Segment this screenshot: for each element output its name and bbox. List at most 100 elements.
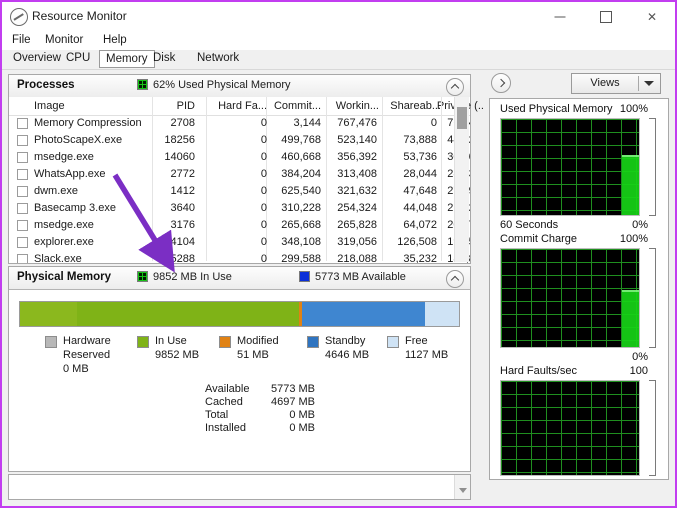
memory-segment-in-use — [77, 302, 299, 326]
row-checkbox[interactable] — [17, 254, 28, 263]
process-hard-faults: 0 — [213, 202, 267, 214]
maximize-button[interactable] — [583, 2, 629, 32]
legend-value: 9852 MB — [155, 349, 199, 361]
menu-monitor[interactable]: Monitor — [41, 33, 87, 47]
mini-graph-icon — [137, 271, 148, 282]
table-row[interactable]: PhotoScapeX.exe182560499,768523,14073,88… — [9, 132, 470, 149]
process-working: 218,088 — [327, 253, 377, 263]
legend-value: 1127 MB — [405, 349, 448, 361]
process-pid: 18256 — [157, 134, 195, 146]
menu-file[interactable]: File — [8, 33, 35, 47]
scroll-down-icon[interactable] — [459, 488, 467, 493]
physical-memory-header: Physical Memory 9852 MB In Use 5773 MB A… — [9, 267, 470, 290]
table-row[interactable]: Slack.exe152880299,588218,08835,232182,8… — [9, 251, 470, 263]
legend-label: In Use — [155, 335, 187, 347]
graph-2: Commit Charge100%0% — [490, 233, 668, 363]
close-button[interactable]: ✕ — [629, 2, 675, 32]
row-checkbox[interactable] — [17, 135, 28, 146]
process-commit: 348,108 — [267, 236, 321, 248]
graph-plot-area — [500, 248, 640, 348]
processes-section: Processes 62% Used Physical Memory Image… — [8, 74, 471, 264]
legend-value: 51 MB — [237, 349, 269, 361]
process-working: 319,056 — [327, 236, 377, 248]
physical-memory-collapse-button[interactable] — [446, 270, 464, 288]
processes-title: Processes — [17, 79, 75, 91]
process-pid: 2772 — [157, 168, 195, 180]
chevron-down-icon[interactable] — [644, 81, 654, 86]
row-checkbox[interactable] — [17, 152, 28, 163]
column-header-hard-faults[interactable]: Hard Fa... — [213, 100, 267, 112]
table-row[interactable]: Basecamp 3.exe36400310,228254,32444,0482… — [9, 200, 470, 217]
graph-title: Used Physical Memory — [500, 103, 612, 115]
title-bar: Resource Monitor ✕ — [2, 2, 675, 32]
legend-label-line2: Reserved — [63, 349, 110, 361]
tab-disk[interactable]: Disk — [148, 51, 180, 65]
available-swatch-icon — [299, 271, 310, 282]
graph-min-label: 0% — [632, 219, 648, 231]
legend-label: Free — [405, 335, 428, 347]
process-commit: 625,540 — [267, 185, 321, 197]
column-header-working[interactable]: Workin... — [331, 100, 379, 112]
table-row[interactable]: dwm.exe14120625,540321,63247,648273,984 — [9, 183, 470, 200]
processes-table-header: Image PID Hard Fa... Commit... Workin...… — [9, 97, 470, 116]
table-row[interactable]: Memory Compression270803,144767,4760767,… — [9, 115, 470, 132]
right-pane-toolbar: Views — [485, 70, 673, 96]
graph-trace — [622, 290, 639, 347]
graph-max-label: 100 — [630, 365, 648, 377]
table-row[interactable]: explorer.exe41040348,108319,056126,50819… — [9, 234, 470, 251]
table-row[interactable]: msedge.exe140600460,668356,39253,736302,… — [9, 149, 470, 166]
minimize-button[interactable] — [537, 2, 583, 32]
legend-value: 4646 MB — [325, 349, 369, 361]
process-working: 321,632 — [327, 185, 377, 197]
legend-swatch — [219, 336, 231, 348]
memory-usage-bar — [19, 301, 460, 327]
right-pane: Views Used Physical Memory100%0%60 Secon… — [485, 70, 673, 504]
physical-memory-title: Physical Memory — [17, 271, 111, 283]
process-pid: 1412 — [157, 185, 195, 197]
process-image-name: dwm.exe — [34, 185, 78, 197]
processes-scrollbar-thumb[interactable] — [457, 107, 467, 129]
process-working: 254,324 — [327, 202, 377, 214]
process-image-name: msedge.exe — [34, 151, 94, 163]
stat-key: Available — [205, 383, 249, 395]
tab-cpu[interactable]: CPU — [61, 51, 95, 65]
process-image-name: explorer.exe — [34, 236, 94, 248]
window-title: Resource Monitor — [32, 9, 127, 23]
process-commit: 299,588 — [267, 253, 321, 263]
row-checkbox[interactable] — [17, 203, 28, 214]
row-checkbox[interactable] — [17, 220, 28, 231]
tab-overview[interactable]: Overview — [8, 51, 66, 65]
processes-scrollbar[interactable] — [454, 97, 469, 262]
column-header-commit[interactable]: Commit... — [271, 100, 321, 112]
legend-label: Modified — [237, 335, 279, 347]
row-checkbox[interactable] — [17, 237, 28, 248]
table-row[interactable]: msedge.exe31760265,668265,82864,072201,7… — [9, 217, 470, 234]
processes-collapse-button[interactable] — [446, 78, 464, 96]
row-checkbox[interactable] — [17, 186, 28, 197]
available-badge: 5773 MB Available — [299, 271, 406, 283]
row-checkbox[interactable] — [17, 169, 28, 180]
process-pid: 2708 — [157, 117, 195, 129]
row-checkbox[interactable] — [17, 118, 28, 129]
process-commit: 460,668 — [267, 151, 321, 163]
right-pane-collapse-button[interactable] — [491, 73, 511, 93]
process-working: 767,476 — [327, 117, 377, 129]
tab-memory[interactable]: Memory — [99, 50, 155, 68]
column-header-private[interactable]: Private (... — [401, 100, 487, 112]
process-hard-faults: 0 — [213, 253, 267, 263]
menu-bar: File Monitor Help — [2, 30, 675, 50]
process-working: 523,140 — [327, 134, 377, 146]
menu-help[interactable]: Help — [99, 33, 131, 47]
memory-stats: Available5773 MBCached4697 MBTotal0 MBIn… — [205, 383, 385, 435]
column-header-pid[interactable]: PID — [157, 100, 195, 112]
bottom-panel-scrollbar[interactable] — [454, 475, 470, 499]
process-hard-faults: 0 — [213, 168, 267, 180]
tab-network[interactable]: Network — [192, 51, 244, 65]
views-button[interactable]: Views — [571, 73, 661, 94]
left-pane: Processes 62% Used Physical Memory Image… — [4, 70, 487, 504]
processes-table-body[interactable]: Memory Compression270803,144767,4760767,… — [9, 115, 470, 263]
table-row[interactable]: WhatsApp.exe27720384,204313,40828,044285… — [9, 166, 470, 183]
process-pid: 3640 — [157, 202, 195, 214]
column-header-image[interactable]: Image — [34, 100, 65, 112]
views-separator — [638, 76, 639, 91]
